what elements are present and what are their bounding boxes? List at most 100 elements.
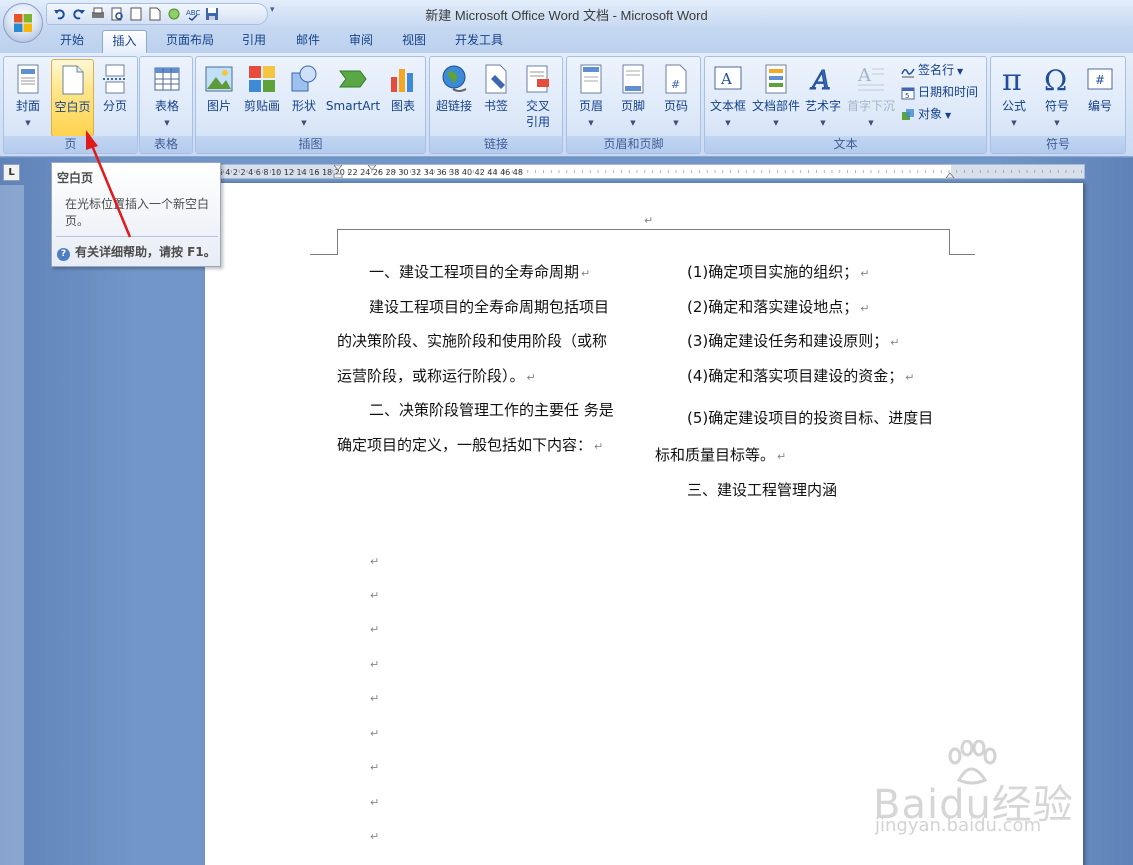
blank-page-button[interactable]: 空白页 bbox=[51, 59, 94, 137]
tab-page-layout[interactable]: 页面布局 bbox=[158, 30, 222, 53]
wordart-label: 艺术字 bbox=[804, 99, 841, 113]
office-button[interactable] bbox=[3, 3, 43, 43]
clip-art-icon bbox=[249, 66, 275, 92]
clip-art-label: 剪贴画 bbox=[243, 99, 280, 113]
watermark-url: jingyan.baidu.com bbox=[875, 815, 1042, 836]
header-button[interactable]: 页眉 ▼ bbox=[571, 59, 611, 137]
chevron-down-icon: ▼ bbox=[773, 119, 779, 127]
doc-line-right-1[interactable]: (1)确定项目实施的组织； ↵ bbox=[687, 262, 869, 284]
doc-line-left-5[interactable]: 二、决策阶段管理工作的主要任 务是 bbox=[369, 400, 614, 420]
drop-cap-button[interactable]: A 首字下沉 ▼ bbox=[845, 59, 897, 137]
group-page-label: 页 bbox=[4, 136, 137, 153]
tab-selector-icon[interactable]: L bbox=[3, 164, 20, 181]
chevron-down-icon: ▼ bbox=[301, 119, 307, 127]
cover-page-button[interactable]: 封面 ▼ bbox=[6, 59, 50, 137]
svg-text:A: A bbox=[810, 66, 831, 95]
pi-icon: π bbox=[1002, 63, 1022, 95]
tab-view[interactable]: 视图 bbox=[392, 30, 436, 53]
page-break-icon bbox=[103, 64, 127, 94]
empty-paragraph-mark: ↵ bbox=[370, 830, 380, 843]
hyperlink-button[interactable]: 超链接 bbox=[432, 59, 476, 137]
doc-line-left-3[interactable]: 的决策阶段、实施阶段和使用阶段（或称 bbox=[337, 331, 607, 351]
wordart-icon: A bbox=[810, 66, 832, 96]
shapes-button[interactable]: 形状 ▼ bbox=[286, 59, 322, 137]
tab-home[interactable]: 开始 bbox=[50, 30, 94, 53]
footer-button[interactable]: 页脚 ▼ bbox=[613, 59, 653, 137]
table-button[interactable]: 表格 ▼ bbox=[144, 59, 190, 137]
tooltip-title: 空白页 bbox=[57, 171, 94, 185]
tab-mailings[interactable]: 邮件 bbox=[286, 30, 330, 53]
tab-review[interactable]: 审阅 bbox=[339, 30, 383, 53]
tab-references[interactable]: 引用 bbox=[232, 30, 276, 53]
doc-line-left-6[interactable]: 确定项目的定义，一般包括如下内容： ↵ bbox=[337, 435, 603, 457]
empty-paragraph-mark: ↵ bbox=[370, 761, 380, 774]
doc-line-left-2[interactable]: 建设工程项目的全寿命周期包括项目 bbox=[369, 297, 609, 317]
blank-page-label: 空白页 bbox=[54, 100, 91, 114]
chevron-down-icon: ▼ bbox=[957, 67, 964, 76]
svg-text:π: π bbox=[1002, 63, 1022, 95]
baidu-watermark: Baidu经验 jingyan.baidu.com bbox=[865, 740, 1085, 850]
tooltip-help-text: 有关详细帮助，请按 F1。 bbox=[75, 245, 216, 259]
doc-line-left-1[interactable]: 一、建设工程项目的全寿命周期 ↵ bbox=[369, 262, 590, 284]
chevron-down-icon: ▼ bbox=[868, 119, 874, 127]
object-button[interactable]: 对象 ▼ bbox=[901, 104, 951, 124]
chevron-down-icon: ▼ bbox=[1011, 119, 1017, 127]
empty-paragraph-mark: ↵ bbox=[370, 658, 380, 671]
doc-line-right-2[interactable]: (2)确定和落实建设地点； ↵ bbox=[687, 297, 869, 319]
group-illustrations: 图片 剪贴画 形状 ▼ SmartArt 图表 插图 bbox=[195, 56, 426, 154]
bookmark-button[interactable]: 书签 bbox=[477, 59, 515, 137]
chevron-down-icon: ▼ bbox=[725, 119, 731, 127]
bookmark-icon bbox=[485, 64, 507, 94]
tooltip-description: 在光标位置插入一个新空白页。 bbox=[65, 197, 210, 228]
window-title: 新建 Microsoft Office Word 文档 - Microsoft … bbox=[425, 8, 708, 23]
wordart-button[interactable]: A 艺术字 ▼ bbox=[803, 59, 843, 137]
text-box-icon: A bbox=[714, 66, 742, 90]
horizontal-ruler[interactable]: 8 6 4 2 2 4 6 8 10 12 14 16 18 20 22 24 … bbox=[205, 164, 1085, 179]
group-header-footer: 页眉 ▼ 页脚 ▼ # 页码 ▼ 页眉和页脚 bbox=[566, 56, 701, 154]
group-symbols: π 公式 ▼ Ω 符号 ▼ # 编号 符号 bbox=[990, 56, 1126, 154]
doc-line-right-4[interactable]: (4)确定和落实项目建设的资金； ↵ bbox=[687, 366, 914, 388]
group-links: 超链接 书签 交叉 引用 链接 bbox=[429, 56, 563, 154]
picture-button[interactable]: 图片 bbox=[200, 59, 238, 137]
text-box-button[interactable]: A 文本框 ▼ bbox=[707, 59, 749, 137]
smartart-icon bbox=[339, 70, 367, 88]
chevron-down-icon: ▼ bbox=[164, 119, 170, 127]
empty-paragraph-mark: ↵ bbox=[370, 796, 380, 809]
doc-line-right-3[interactable]: (3)确定建设任务和建设原则； ↵ bbox=[687, 331, 899, 353]
header-boundary-mark bbox=[949, 229, 950, 255]
symbol-button[interactable]: Ω 符号 ▼ bbox=[1036, 59, 1078, 137]
svg-text:#: # bbox=[671, 78, 680, 91]
ruler-scale: 8 6 4 2 2 4 6 8 10 12 14 16 18 20 22 24 … bbox=[206, 164, 1084, 179]
doc-line-right-6[interactable]: 标和质量目标等。 ↵ bbox=[655, 445, 786, 467]
cross-reference-icon bbox=[526, 65, 549, 93]
chevron-down-icon: ▼ bbox=[1054, 119, 1060, 127]
date-time-button[interactable]: 5 日期和时间 bbox=[901, 82, 978, 102]
cross-reference-button[interactable]: 交叉 引用 bbox=[517, 59, 559, 137]
page-number-button[interactable]: # 页码 ▼ bbox=[655, 59, 697, 137]
ruler-numbers: 8 6 4 2 2 4 6 8 10 12 14 16 18 20 22 24 … bbox=[210, 168, 523, 177]
ribbon: 封面 ▼ 空白页 分页 页 表格 ▼ 表格 图片 剪贴画 形状 ▼ SmartA… bbox=[0, 53, 1133, 157]
office-logo-icon bbox=[14, 14, 32, 32]
header-paragraph-mark: ↵ bbox=[644, 214, 654, 227]
tab-developer[interactable]: 开发工具 bbox=[446, 30, 512, 53]
smartart-button[interactable]: SmartArt bbox=[324, 59, 382, 137]
group-header-footer-label: 页眉和页脚 bbox=[567, 136, 700, 153]
bookmark-label: 书签 bbox=[483, 99, 508, 113]
cover-page-icon bbox=[17, 64, 39, 94]
shapes-icon bbox=[291, 65, 317, 92]
tab-insert[interactable]: 插入 bbox=[102, 30, 147, 53]
blank-page-tooltip: 空白页 在光标位置插入一个新空白页。 ? 有关详细帮助，请按 F1。 bbox=[51, 162, 221, 267]
doc-line-right-7[interactable]: 三、建设工程管理内涵 bbox=[687, 480, 837, 500]
equation-button[interactable]: π 公式 ▼ bbox=[993, 59, 1035, 137]
calendar-icon: 5 bbox=[901, 87, 915, 100]
page-break-button[interactable]: 分页 bbox=[94, 59, 136, 137]
number-button[interactable]: # 编号 bbox=[1079, 59, 1121, 137]
signature-line-button[interactable]: 签名行 ▼ bbox=[901, 60, 963, 80]
symbol-label: 符号 bbox=[1044, 99, 1069, 113]
quick-parts-button[interactable]: 文档部件 ▼ bbox=[750, 59, 802, 137]
object-label: 对象 bbox=[918, 107, 943, 121]
doc-line-right-5[interactable]: (5)确定建设项目的投资目标、进度目 bbox=[687, 408, 933, 428]
chart-button[interactable]: 图表 bbox=[384, 59, 422, 137]
clip-art-button[interactable]: 剪贴画 bbox=[240, 59, 284, 137]
doc-line-left-4[interactable]: 运营阶段，或称运行阶段）。 ↵ bbox=[337, 366, 536, 388]
